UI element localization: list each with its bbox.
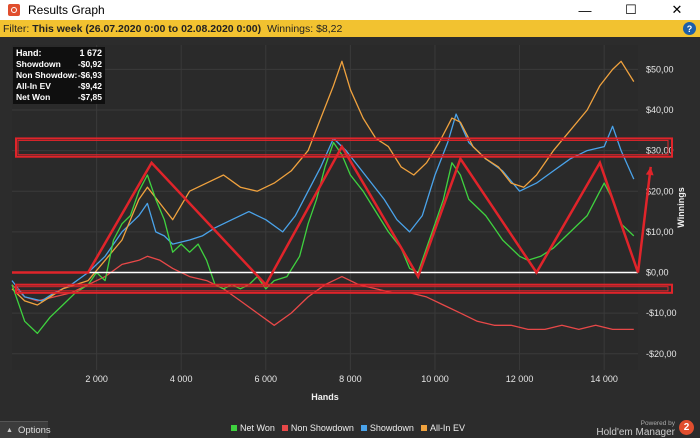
- stat-row-showdown: Showdown -$0,92: [16, 59, 102, 70]
- stat-label: Showdown: [16, 59, 61, 69]
- legend-item-all-in-ev[interactable]: All-In EV: [420, 423, 465, 433]
- chart-svg: -$20,00 -$10,00 $0,00 $10,00 $20,00 $30,00 $40…: [0, 37, 700, 417]
- x-tick-label: 8 000: [339, 374, 362, 384]
- x-tick-label: 6 000: [255, 374, 278, 384]
- legend-label: Showdown: [369, 423, 414, 433]
- stat-value: 1 672: [79, 48, 102, 58]
- filter-label: Filter:: [3, 22, 30, 35]
- legend-item-net-won[interactable]: Net Won: [231, 423, 275, 433]
- title-bar: Results Graph — ☐ ✕: [0, 0, 700, 20]
- legend-item-showdown[interactable]: Showdown: [360, 423, 414, 433]
- y-tick-label: -$20,00: [646, 349, 677, 359]
- brand: Powered by Hold'em Manager 2: [596, 417, 694, 438]
- help-icon[interactable]: ?: [683, 22, 696, 35]
- app-icon: [8, 4, 20, 16]
- stat-value: -$6,93: [77, 70, 102, 80]
- maximize-button[interactable]: ☐: [608, 0, 654, 20]
- options-button[interactable]: ▲ Options: [0, 421, 51, 438]
- brand-name: Hold'em Manager: [596, 426, 675, 438]
- stat-label: All-In EV: [16, 81, 51, 91]
- x-axis-label: Hands: [311, 392, 339, 402]
- stats-box: Hand: 1 672 Showdown -$0,92 Non Showdow:…: [13, 47, 105, 104]
- y-axis-label: Winnings: [676, 187, 686, 227]
- x-tick-label: 4 000: [170, 374, 193, 384]
- stat-row-hands: Hand: 1 672: [16, 48, 102, 59]
- filter-range[interactable]: This week (26.07.2020 0:00 to 02.08.2020…: [32, 23, 261, 35]
- legend-item-non-showdown[interactable]: Non Showdown: [281, 423, 354, 433]
- legend-swatch: [231, 425, 237, 431]
- minimize-button[interactable]: —: [562, 0, 608, 20]
- stat-row-non-showdown: Non Showdow: -$6,93: [16, 70, 102, 81]
- winnings-summary: Winnings: $8,22: [267, 22, 343, 35]
- legend-label: Non Showdown: [290, 423, 354, 433]
- window-title: Results Graph: [28, 3, 105, 17]
- x-tick-label: 10 000: [421, 374, 449, 384]
- stat-value: -$0,92: [77, 59, 102, 69]
- close-button[interactable]: ✕: [654, 0, 700, 20]
- filter-bar: Filter: This week (26.07.2020 0:00 to 02…: [0, 20, 700, 37]
- legend-swatch: [360, 425, 367, 431]
- legend-label: All-In EV: [429, 423, 465, 433]
- y-tick-label: -$10,00: [646, 308, 677, 318]
- y-tick-label: $0,00: [646, 268, 669, 278]
- stat-value: -$7,85: [77, 92, 102, 102]
- stat-row-net-won: Net Won -$7,85: [16, 92, 102, 103]
- chart-legend: Net Won Non Showdown Showdown All-In EV: [231, 423, 472, 433]
- legend-label: Net Won: [240, 423, 275, 433]
- bottom-bar: ▲ Options Net Won Non Showdown Showdown …: [0, 417, 700, 438]
- legend-swatch: [420, 425, 427, 431]
- window-controls: — ☐ ✕: [562, 0, 700, 20]
- x-tick-label: 14 000: [590, 374, 618, 384]
- stat-label: Non Showdow:: [16, 70, 78, 80]
- x-tick-label: 12 000: [506, 374, 534, 384]
- stat-row-all-in-ev: All-In EV -$9,42: [16, 81, 102, 92]
- stat-value: -$9,42: [77, 81, 102, 91]
- y-tick-label: $50,00: [646, 64, 674, 74]
- stat-label: Net Won: [16, 92, 51, 102]
- legend-swatch: [281, 425, 288, 431]
- caret-up-icon: ▲: [6, 426, 13, 434]
- brand-logo-icon: 2: [679, 420, 694, 435]
- x-tick-label: 2 000: [85, 374, 108, 384]
- brand-text: Powered by Hold'em Manager: [596, 419, 675, 438]
- stat-label: Hand:: [16, 48, 42, 58]
- y-tick-label: $20,00: [646, 186, 674, 196]
- options-label: Options: [17, 424, 51, 436]
- plot-area: [12, 45, 638, 370]
- y-tick-label: $10,00: [646, 227, 674, 237]
- y-tick-label: $30,00: [646, 146, 674, 156]
- results-chart: -$20,00 -$10,00 $0,00 $10,00 $20,00 $30,00 $40…: [0, 37, 700, 417]
- y-tick-label: $40,00: [646, 105, 674, 115]
